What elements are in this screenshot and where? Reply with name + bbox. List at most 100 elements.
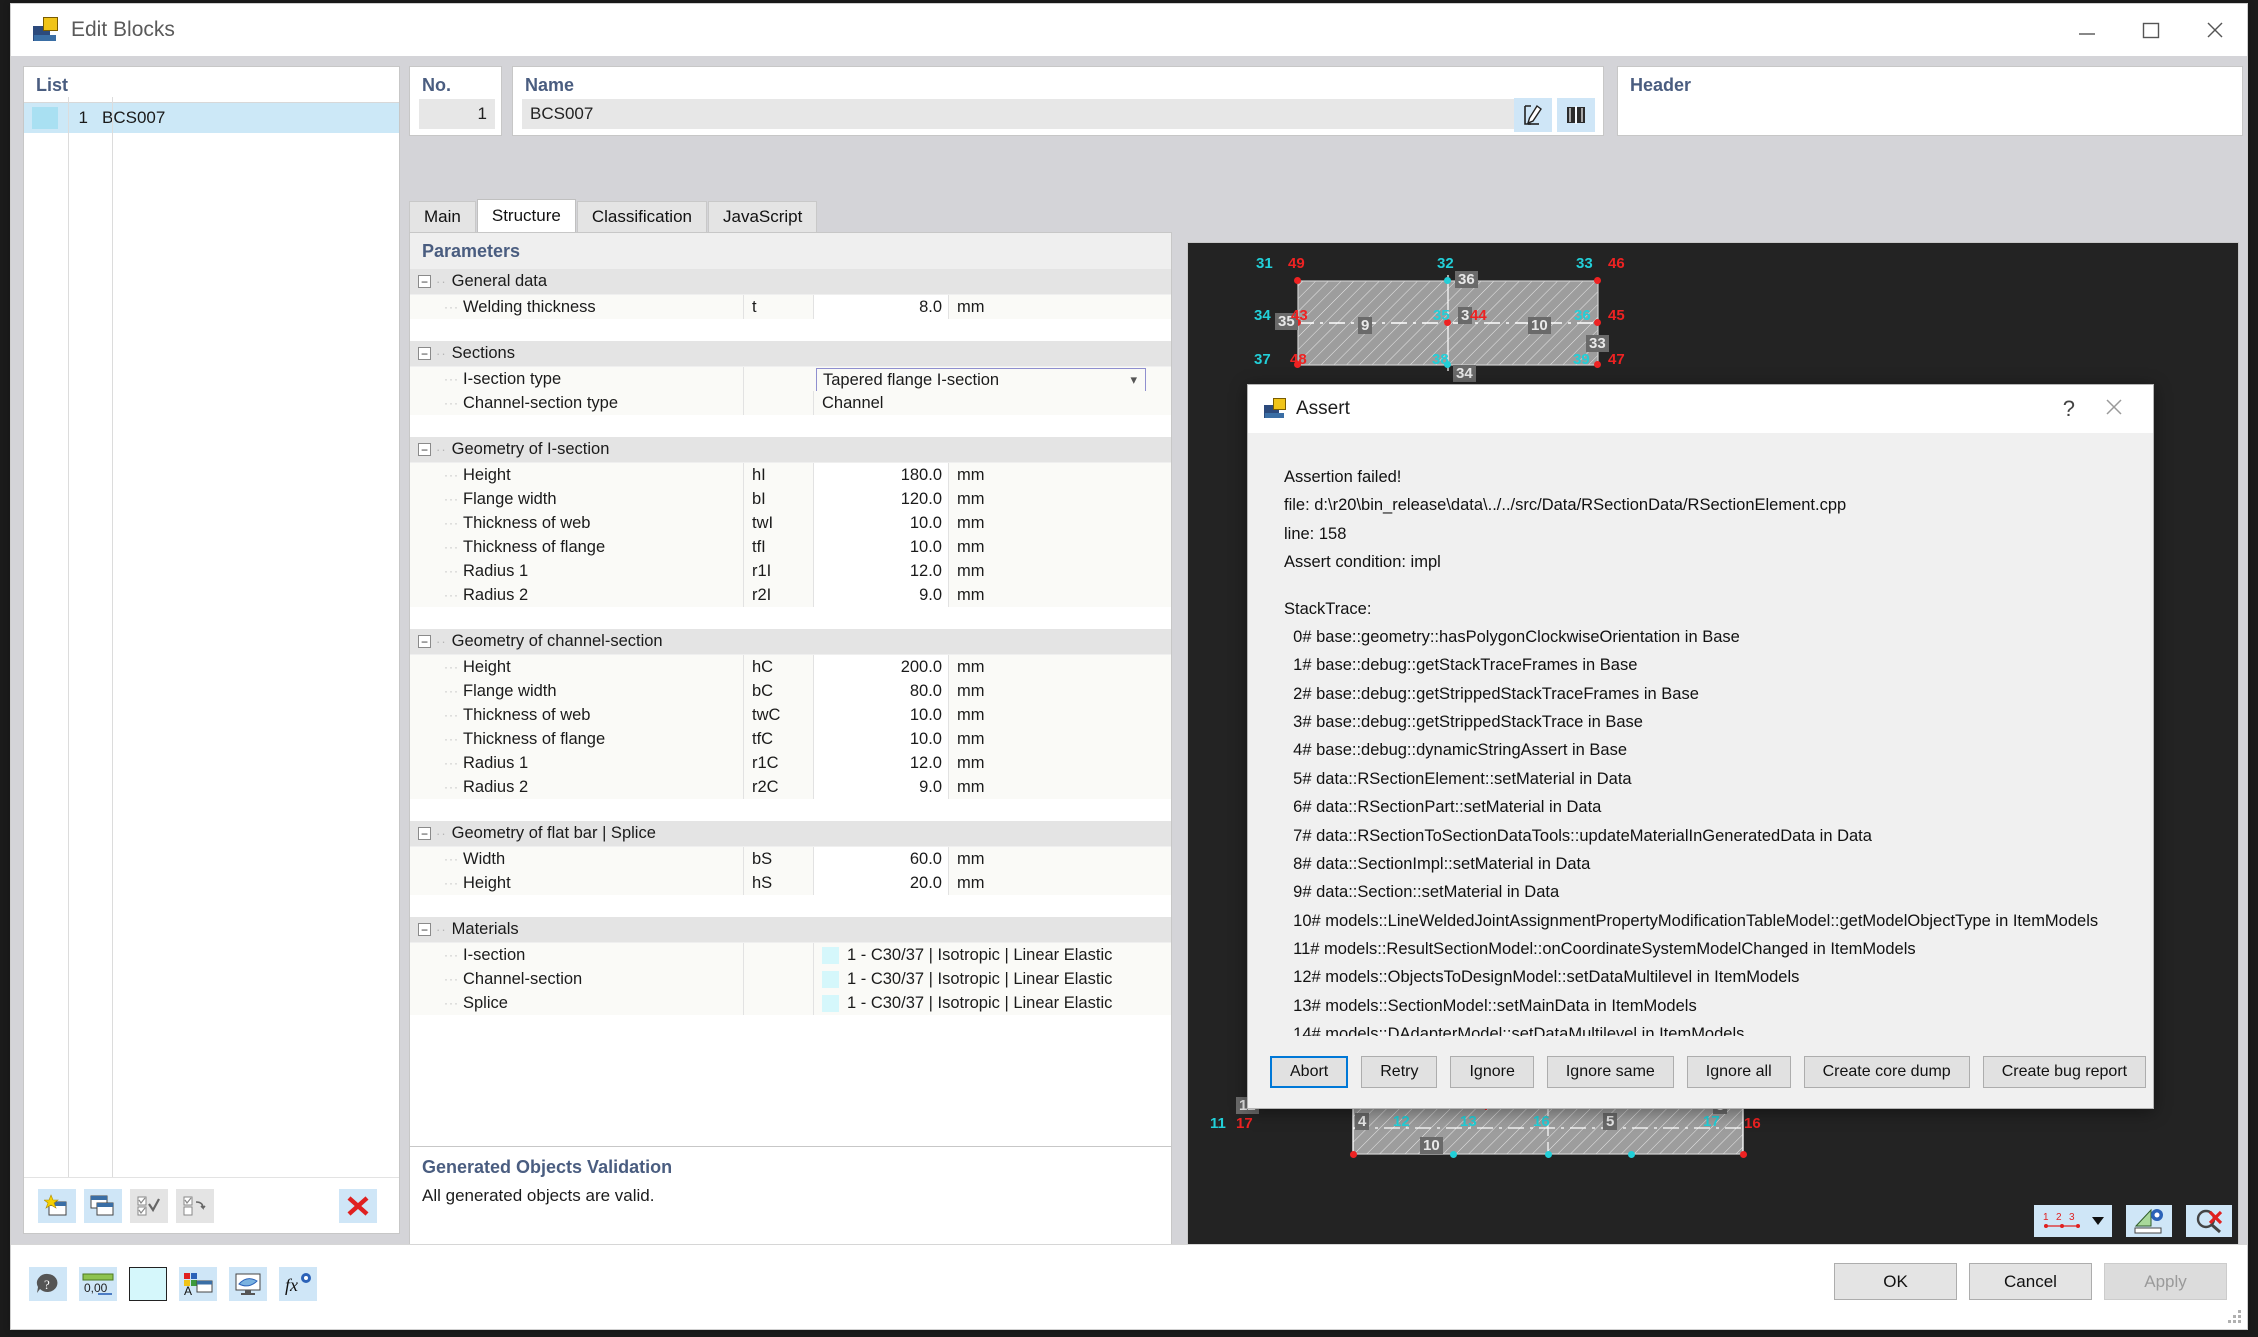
color-swatch-icon[interactable] [129,1267,167,1301]
close-icon[interactable] [2105,396,2123,422]
copy-block-icon[interactable] [84,1188,122,1223]
parameter-value[interactable]: 10.0 [813,511,948,535]
parameter-group-header[interactable]: − ·· General data [410,269,1171,295]
name-input[interactable]: BCS007 [522,99,1527,129]
invert-selection-icon[interactable] [176,1188,214,1223]
parameter-group-header[interactable]: − ·· Geometry of I-section [410,437,1171,463]
select-all-icon[interactable] [130,1188,168,1223]
parameter-symbol [743,991,813,1015]
cancel-button[interactable]: Cancel [1969,1263,2092,1300]
create-bug-report-button[interactable]: Create bug report [1982,1056,2147,1088]
help-icon[interactable]: ? [2063,396,2075,422]
parameter-value[interactable]: 80.0 [813,679,948,703]
close-icon[interactable] [2183,4,2247,56]
parameter-value[interactable]: 1 - C30/37 | Isotropic | Linear Elastic [813,943,1171,967]
parameter-row[interactable]: ··· Thickness of web twC 10.0 mm [410,703,1171,727]
create-core-dump-button[interactable]: Create core dump [1803,1056,1970,1088]
parameter-row[interactable]: ··· I-section 1 - C30/37 | Isotropic | Lin… [410,943,1171,967]
parameter-symbol: tfI [743,535,813,559]
parameter-value[interactable]: 1 - C30/37 | Isotropic | Linear Elastic [813,991,1171,1015]
parameter-value[interactable]: 60.0 [813,847,948,871]
parameter-value[interactable]: 200.0 [813,655,948,679]
parameter-row[interactable]: ··· Width bS 60.0 mm [410,847,1171,871]
parameter-row[interactable]: ··· Thickness of flange tfI 10.0 mm [410,535,1171,559]
parameter-row[interactable]: ··· Radius 1 r1I 12.0 mm [410,559,1171,583]
parameter-row[interactable]: ··· Height hS 20.0 mm [410,871,1171,895]
abort-button[interactable]: Abort [1270,1056,1349,1088]
parameter-group-header[interactable]: − ·· Geometry of channel-section [410,629,1171,655]
decimal-places-icon[interactable]: 0,00 [79,1267,117,1301]
tree-connector: ··· [444,948,459,962]
tab-main[interactable]: Main [409,201,476,232]
minimize-icon[interactable] [2055,4,2119,56]
header-field-label: Header [1630,75,1692,95]
parameter-row[interactable]: ··· Channel-section type Channel [410,391,1171,415]
parameter-row[interactable]: ··· Height hI 180.0 mm [410,463,1171,487]
delete-icon[interactable] [339,1188,377,1223]
parameter-row[interactable]: ··· Flange width bI 120.0 mm [410,487,1171,511]
reset-zoom-icon[interactable] [2186,1205,2232,1237]
parameter-row[interactable]: ··· Thickness of flange tfC 10.0 mm [410,727,1171,751]
parameter-row[interactable]: ··· Radius 2 r2I 9.0 mm [410,583,1171,607]
parameter-value[interactable]: 20.0 [813,871,948,895]
parameter-row[interactable]: ··· Thickness of web twI 10.0 mm [410,511,1171,535]
parameter-value[interactable]: 120.0 [813,487,948,511]
parameter-row[interactable]: ··· Height hC 200.0 mm [410,655,1171,679]
parameter-group-header[interactable]: − ·· Materials [410,917,1171,943]
tree-connector: ··· [444,396,459,410]
new-block-icon[interactable] [38,1188,76,1223]
collapse-icon[interactable]: − [418,443,431,456]
parameter-value[interactable]: 9.0 [813,775,948,799]
parameter-row[interactable]: ··· Channel-section 1 - C30/37 | Isotropic… [410,967,1171,991]
parameter-value[interactable]: Channel [813,391,1171,415]
tab-classification[interactable]: Classification [576,201,707,232]
parameter-value[interactable]: 8.0 [813,295,948,319]
collapse-icon[interactable]: − [418,827,431,840]
parameter-unit: mm [948,727,1068,751]
parameter-value[interactable]: 10.0 [813,727,948,751]
parameter-value[interactable]: 10.0 [813,535,948,559]
parameter-row[interactable]: ··· Splice 1 - C30/37 | Isotropic | Linear… [410,991,1171,1015]
parameter-value[interactable]: 1 - C30/37 | Isotropic | Linear Elastic [813,967,1171,991]
ignore-all-button[interactable]: Ignore all [1686,1056,1791,1088]
tab-structure[interactable]: Structure [476,199,576,232]
i-section-type-dropdown[interactable]: Tapered flange I-section ▾ [816,368,1146,392]
parameter-row[interactable]: ··· Radius 1 r1C 12.0 mm [410,751,1171,775]
view-dimensions-icon[interactable] [2126,1205,2172,1237]
collapse-icon[interactable]: − [418,275,431,288]
parameter-symbol: r2I [743,583,813,607]
no-input[interactable]: 1 [419,99,495,129]
dialog-body: List 1 BCS007 No. 1 Name BCS007 Header M… [11,56,2247,1329]
ok-button[interactable]: OK [1834,1263,1957,1300]
parameter-value[interactable]: 10.0 [813,703,948,727]
display-properties-icon[interactable]: A [179,1267,217,1301]
resize-grip[interactable] [2227,1309,2241,1323]
parameter-group-header[interactable]: − ·· Sections [410,341,1171,367]
collapse-icon[interactable]: − [418,347,431,360]
parameter-value[interactable]: 9.0 [813,583,948,607]
collapse-icon[interactable]: − [418,635,431,648]
maximize-icon[interactable] [2119,4,2183,56]
block-list-panel: List 1 BCS007 [23,66,400,1234]
parameter-name: ··· Channel-section type [410,394,743,413]
formula-icon[interactable]: fx [279,1267,317,1301]
library-icon[interactable] [1557,98,1595,132]
parameter-symbol: twI [743,511,813,535]
ignore-button[interactable]: Ignore [1450,1056,1534,1088]
collapse-icon[interactable]: − [418,923,431,936]
tab-javascript[interactable]: JavaScript [708,201,818,232]
ignore-same-button[interactable]: Ignore same [1546,1056,1674,1088]
parameter-row[interactable]: ··· I-section type Tapered flange I-sectio… [410,367,1171,392]
retry-button[interactable]: Retry [1361,1056,1438,1088]
rendering-icon[interactable] [229,1267,267,1301]
parameter-row[interactable]: ··· Flange width bC 80.0 mm [410,679,1171,703]
edit-icon[interactable] [1514,98,1552,132]
numbering-icon[interactable]: 1 2 3 [2034,1205,2112,1237]
parameter-group-header[interactable]: − ·· Geometry of flat bar | Splice [410,821,1171,847]
parameter-row[interactable]: ··· Welding thickness t 8.0 mm [410,295,1171,319]
parameter-row[interactable]: ··· Radius 2 r2C 9.0 mm [410,775,1171,799]
parameter-value[interactable]: 12.0 [813,751,948,775]
parameter-value[interactable]: 12.0 [813,559,948,583]
help-icon[interactable]: ? [29,1267,67,1301]
parameter-value[interactable]: 180.0 [813,463,948,487]
